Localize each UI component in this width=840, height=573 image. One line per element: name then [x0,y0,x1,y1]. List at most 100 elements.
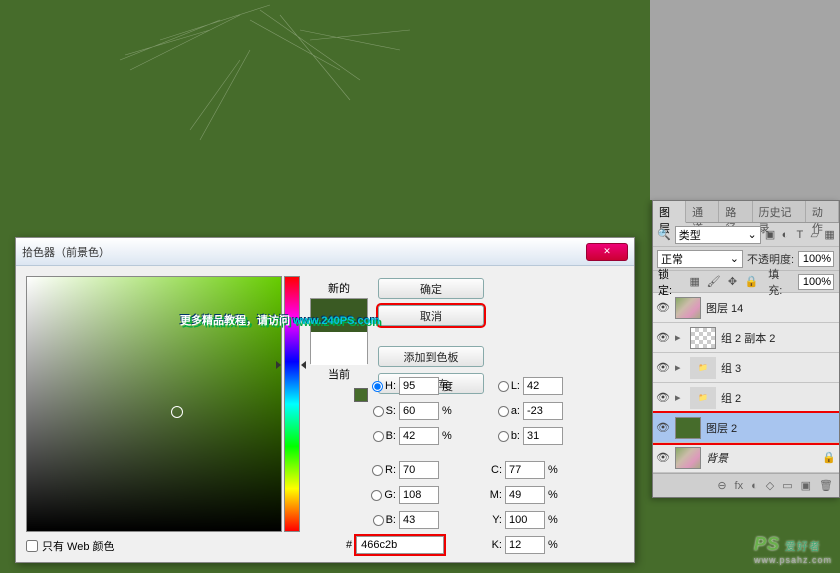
filter-smart-icon[interactable]: ▦ [824,228,835,242]
visibility-eye-icon[interactable]: 👁 [656,331,670,345]
layer-name[interactable]: 背景 [706,450,817,466]
h-radio-label[interactable]: H: [356,380,396,392]
visibility-eye-icon[interactable]: 👁 [656,421,670,435]
visibility-eye-icon[interactable]: 👁 [656,391,670,405]
tab-actions[interactable]: 动作 [806,201,839,222]
filter-shape-icon[interactable]: ▱ [809,228,820,242]
current-color-swatch[interactable] [311,332,367,365]
layer-name[interactable]: 图层 14 [706,300,836,316]
bb-radio[interactable] [373,515,384,526]
h-field[interactable] [399,377,439,395]
bb-field[interactable] [399,511,439,529]
l-field[interactable] [523,377,563,395]
add-to-swatches-button[interactable]: 添加到色板 [378,346,484,367]
layer-name[interactable]: 组 2 [721,390,836,406]
disclosure-triangle-icon[interactable]: ▸ [675,361,685,374]
b-field[interactable] [399,427,439,445]
filter-adjust-icon[interactable]: ◐ [780,228,791,242]
layer-row[interactable]: 👁 图层 14 [653,293,839,323]
visibility-eye-icon[interactable]: 👁 [656,451,670,465]
opacity-field[interactable] [798,251,834,267]
lock-brush-icon[interactable]: 🖌 [707,275,721,289]
tab-layers[interactable]: 图层 [653,201,686,223]
layer-thumbnail[interactable]: 📁 [690,357,716,379]
adjustment-icon[interactable]: ◇ [766,479,774,492]
ok-button[interactable]: 确定 [378,278,484,299]
layer-thumbnail[interactable] [675,297,701,319]
b2-radio[interactable] [498,431,509,442]
b2-field[interactable] [523,427,563,445]
layer-row[interactable]: 👁 ▸ 📁 组 3 [653,353,839,383]
s-radio[interactable] [373,406,384,417]
m-unit: % [548,489,562,501]
layer-thumbnail[interactable] [675,447,701,469]
hex-row: # [346,536,444,554]
b2-radio-label[interactable]: b: [480,430,520,442]
a-radio-label[interactable]: a: [480,405,520,417]
layer-name[interactable]: 组 2 副本 2 [721,330,836,346]
y-field[interactable] [505,511,545,529]
y-label: Y: [480,514,502,526]
layer-name[interactable]: 组 3 [721,360,836,376]
r-radio[interactable] [372,465,383,476]
h-unit: 度 [442,378,456,394]
disclosure-triangle-icon[interactable]: ▸ [675,331,685,344]
r-radio-label[interactable]: R: [356,464,396,476]
group-icon[interactable]: ▭ [782,479,792,492]
b-radio[interactable] [373,431,384,442]
k-field[interactable] [505,536,545,554]
visibility-eye-icon[interactable]: 👁 [656,301,670,315]
link-layers-icon[interactable]: ⊖ [717,479,726,492]
a-field[interactable] [523,402,563,420]
layer-thumbnail[interactable] [690,327,716,349]
disclosure-triangle-icon[interactable]: ▸ [675,391,685,404]
lock-all-icon[interactable]: 🔒 [744,275,758,289]
layers-list: 👁 图层 14 👁 ▸ 组 2 副本 2 👁 ▸ 📁 组 3 👁 ▸ 📁 组 2 👁 图层 2 👁 背景 🔒 [653,293,839,473]
fill-field[interactable] [798,274,834,290]
lock-move-icon[interactable]: ✥ [726,275,740,289]
layer-row[interactable]: 👁 图层 2 [653,413,839,443]
g-field[interactable] [399,486,439,504]
tab-history[interactable]: 历史记录 [753,201,806,222]
layer-thumbnail[interactable]: 📁 [690,387,716,409]
web-only-checkbox[interactable] [26,540,38,552]
new-layer-icon[interactable]: ▣ [801,479,811,492]
dialog-titlebar[interactable]: 拾色器（前景色） ✕ [16,238,634,266]
hex-field[interactable] [356,536,444,554]
s-radio-label[interactable]: S: [356,405,396,417]
tab-channels[interactable]: 通道 [686,201,719,222]
watermark-site: www.psahz.com [754,555,832,565]
layer-name[interactable]: 图层 2 [706,420,836,436]
lock-transparent-icon[interactable]: ▦ [688,275,702,289]
search-icon[interactable]: 🔍 [657,228,671,242]
l-radio-label[interactable]: L: [480,380,520,392]
g-radio-label[interactable]: G: [356,489,396,501]
a-radio[interactable] [498,406,509,417]
l-radio[interactable] [498,381,509,392]
web-only-checkbox-row[interactable]: 只有 Web 颜色 [26,538,115,554]
close-icon[interactable]: ✕ [586,243,628,261]
m-field[interactable] [505,486,545,504]
tab-paths[interactable]: 路径 [719,201,752,222]
b-radio-label[interactable]: B: [356,430,396,442]
mask-icon[interactable]: ◐ [751,480,758,492]
filter-type-select[interactable]: 类型⌄ [675,226,761,244]
layer-row[interactable]: 👁 ▸ 📁 组 2 [653,383,839,413]
trash-icon[interactable]: 🗑 [819,479,833,492]
visibility-eye-icon[interactable]: 👁 [656,361,670,375]
bb-radio-label[interactable]: B: [356,514,396,526]
lock-icon: 🔒 [822,451,836,464]
r-field[interactable] [399,461,439,479]
g-radio[interactable] [371,490,382,501]
filter-pixel-icon[interactable]: ▣ [765,228,776,242]
layer-thumbnail[interactable] [675,417,701,439]
h-radio[interactable] [372,381,383,392]
s-field[interactable] [399,402,439,420]
pasteboard-area [650,0,840,200]
layer-row[interactable]: 👁 背景 🔒 [653,443,839,473]
layer-row[interactable]: 👁 ▸ 组 2 副本 2 [653,323,839,353]
fx-icon[interactable]: fx [735,480,744,492]
cancel-button[interactable]: 取消 [378,305,484,326]
c-field[interactable] [505,461,545,479]
filter-type-icon[interactable]: T [794,228,805,242]
